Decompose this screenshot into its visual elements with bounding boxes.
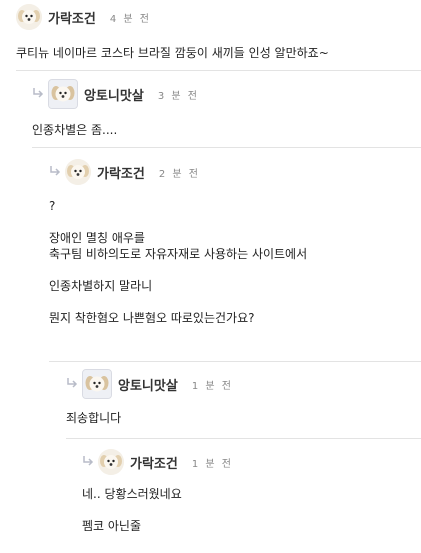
comment-line: 축구팀 비하의도로 자유자재로 사용하는 사이트에서 xyxy=(49,247,308,261)
author-name[interactable]: 가락조건 xyxy=(130,453,178,472)
comment-body: 쿠티뉴 네이마르 코스타 브라질 깜둥이 새끼들 인성 알만하죠~ xyxy=(16,45,416,61)
reply-arrow-icon xyxy=(49,165,61,180)
comment-5: 가락조건 1 분 전 네.. 당황스러웠네요 펨코 아닌줄 xyxy=(82,448,417,534)
author-name[interactable]: 앙토니맛살 xyxy=(118,375,178,394)
comment-line xyxy=(49,262,417,278)
comment-2: 앙토니맛살 3 분 전 인종차별은 좀.... xyxy=(32,79,417,138)
puppy-avatar-icon[interactable] xyxy=(16,4,42,30)
comment-line: 죄송합니다 xyxy=(66,411,122,425)
comment-time: 1 분 전 xyxy=(191,380,233,392)
comment-body: ? 장애인 멸칭 애우를 축구팀 비하의도로 자유자재로 사용하는 사이트에서 … xyxy=(49,198,417,326)
comment-body: 인종차별은 좀.... xyxy=(32,122,417,138)
comment-line: 장애인 멸칭 애우를 xyxy=(49,231,145,245)
reply-arrow-icon xyxy=(82,455,94,470)
comment-line: 네.. 당황스러웠네요 xyxy=(82,487,182,501)
comment-time: 4 분 전 xyxy=(109,13,151,25)
puppy-avatar-icon[interactable] xyxy=(65,159,91,185)
comment-line xyxy=(49,214,417,230)
comment-line: 뭔지 착한혐오 나쁜혐오 따로있는건가요? xyxy=(49,311,255,325)
divider xyxy=(32,147,421,148)
author-name[interactable]: 가락조건 xyxy=(48,8,96,27)
comment-line: 펨코 아닌줄 xyxy=(82,519,142,533)
puppy-avatar-icon[interactable] xyxy=(82,369,112,399)
comment-body: 죄송합니다 xyxy=(66,410,417,426)
comment-body: 네.. 당황스러웠네요 펨코 아닌줄 xyxy=(82,486,417,534)
comment-line: 인종차별하지 말라니 xyxy=(49,279,153,293)
comment-line: 인종차별은 좀.... xyxy=(32,123,118,137)
comment-3: 가락조건 2 분 전 ? 장애인 멸칭 애우를 축구팀 비하의도로 자유자재로 … xyxy=(49,158,417,326)
comment-line: ? xyxy=(49,199,56,213)
divider xyxy=(66,438,421,439)
reply-arrow-icon xyxy=(66,377,78,392)
comment-time: 1 분 전 xyxy=(191,458,233,470)
comment-4: 앙토니맛살 1 분 전 죄송합니다 xyxy=(66,369,417,426)
reply-arrow-icon xyxy=(32,87,44,102)
puppy-avatar-icon[interactable] xyxy=(48,79,78,109)
comment-line: 쿠티뉴 네이마르 코스타 브라질 깜둥이 새끼들 인성 알만하죠~ xyxy=(16,46,329,60)
divider xyxy=(16,70,421,71)
comment-line xyxy=(49,294,417,310)
puppy-avatar-icon[interactable] xyxy=(98,449,124,475)
comment-line xyxy=(82,502,417,518)
comment-1: 가락조건 4 분 전 쿠티뉴 네이마르 코스타 브라질 깜둥이 새끼들 인성 알… xyxy=(16,3,416,61)
author-name[interactable]: 가락조건 xyxy=(97,163,145,182)
comment-time: 3 분 전 xyxy=(157,90,199,102)
comment-time: 2 분 전 xyxy=(158,168,200,180)
author-name[interactable]: 앙토니맛살 xyxy=(84,85,144,104)
divider xyxy=(49,361,421,362)
